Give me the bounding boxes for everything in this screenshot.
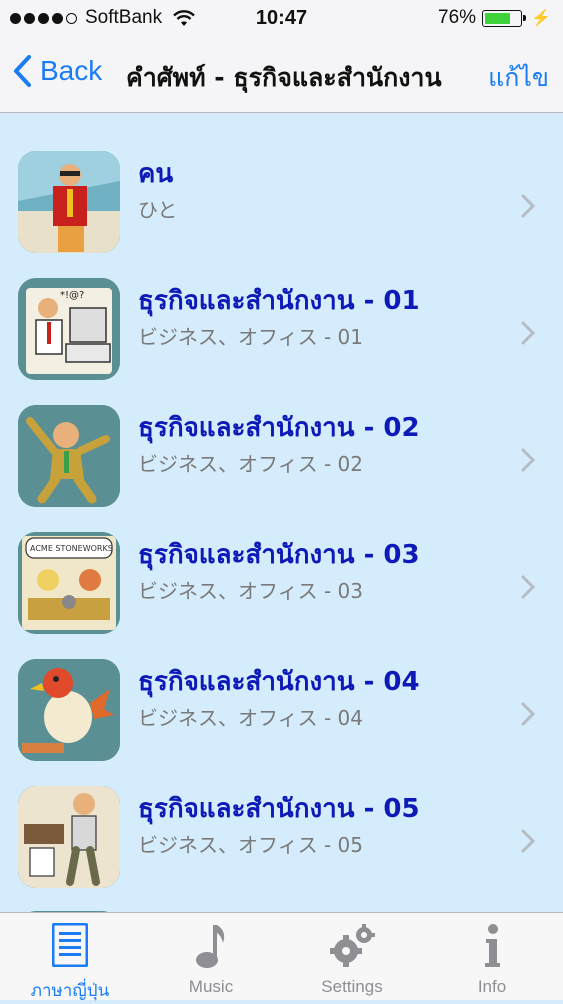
tab-label: Settings <box>321 977 383 996</box>
item-title: ธุรกิจและสำนักงาน - 03 <box>138 540 420 570</box>
item-title: ธุรกิจและสำนักงาน - 02 <box>138 413 420 443</box>
worker-illustration-icon <box>18 786 120 888</box>
list-item[interactable]: *!@? ธุรกิจและสำนักงาน - 01 ビジネス、オフィス - … <box>0 240 563 380</box>
navigation-bar: Back คำศัพท์ - ธุรกิจและสำนักงาน แก้ไข <box>0 38 563 113</box>
status-bar: SoftBank 10:47 76% ⚡ <box>0 0 563 38</box>
chevron-right-icon <box>521 448 536 472</box>
item-subtitle: ビジネス、オフィス - 01 <box>138 325 363 349</box>
item-title: คน <box>138 159 174 189</box>
music-note-icon <box>196 925 225 968</box>
tab-bar: ภาษาญี่ปุ่น Music Settings Info <box>0 912 563 1000</box>
chevron-right-icon <box>521 829 536 853</box>
gears-icon <box>330 924 375 967</box>
item-subtitle: ひと <box>138 198 178 222</box>
tab-japanese[interactable]: ภาษาญี่ปุ่น <box>0 913 140 1001</box>
lesson-list: คน ひと *!@? ธุรกิจและสำนักงาน - 01 ビジネス、オ… <box>0 113 563 912</box>
chevron-right-icon <box>521 194 536 218</box>
chicken-illustration-icon <box>18 659 120 761</box>
chevron-right-icon <box>521 702 536 726</box>
list-document-icon <box>52 923 88 967</box>
item-subtitle: ビジネス、オフィス - 02 <box>138 452 363 476</box>
tab-label: Music <box>188 977 234 996</box>
item-subtitle: ビジネス、オフィス - 05 <box>138 833 363 857</box>
info-icon <box>485 924 500 967</box>
list-item[interactable]: คน ひと <box>0 113 563 253</box>
tab-label: Info <box>477 977 507 996</box>
list-item[interactable] <box>0 875 563 912</box>
page-title: คำศัพท์ - ธุรกิจและสำนักงาน <box>126 63 442 92</box>
battery-percent: 76% <box>438 7 477 28</box>
meeting-illustration-icon: ACME STONEWORKS <box>18 532 120 634</box>
office-worker-illustration-icon: *!@? <box>18 278 120 380</box>
list-item[interactable]: ธุรกิจและสำนักงาน - 04 ビジネス、オフィス - 04 <box>0 621 563 761</box>
back-button-label: Back <box>40 55 103 86</box>
list-item[interactable]: ธุรกิจและสำนักงาน - 05 ビジネス、オフィス - 05 <box>0 748 563 888</box>
businessman-illustration-icon <box>18 405 120 507</box>
item-title: ธุรกิจและสำนักงาน - 05 <box>138 794 420 824</box>
tab-info[interactable]: Info <box>422 913 562 1001</box>
battery-fill <box>485 12 510 24</box>
list-item[interactable]: ธุรกิจและสำนักงาน - 02 ビジネス、オフィス - 02 <box>0 367 563 507</box>
item-title: ธุรกิจและสำนักงาน - 04 <box>138 667 420 697</box>
tab-music[interactable]: Music <box>141 913 281 1001</box>
item-title: ธุรกิจและสำนักงาน - 01 <box>138 286 420 316</box>
chevron-right-icon <box>521 575 536 599</box>
svg-text:*!@?: *!@? <box>60 290 84 301</box>
list-item[interactable]: ACME STONEWORKS ธุรกิจและสำนักงาน - 03 ビ… <box>0 494 563 634</box>
battery-icon <box>482 9 527 27</box>
back-button[interactable]: Back <box>12 54 102 88</box>
chevron-left-icon <box>14 55 31 87</box>
charging-bolt-icon: ⚡ <box>531 10 551 27</box>
status-right: 76% ⚡ <box>438 7 551 29</box>
item-subtitle: ビジネス、オフィス - 03 <box>138 579 363 603</box>
edit-button[interactable]: แก้ไข <box>488 58 549 98</box>
tab-settings[interactable]: Settings <box>282 913 422 1001</box>
person-illustration-icon <box>18 151 120 253</box>
item-subtitle: ビジネス、オフィス - 04 <box>138 706 363 730</box>
svg-text:ACME STONEWORKS: ACME STONEWORKS <box>30 544 113 553</box>
chevron-right-icon <box>521 321 536 345</box>
